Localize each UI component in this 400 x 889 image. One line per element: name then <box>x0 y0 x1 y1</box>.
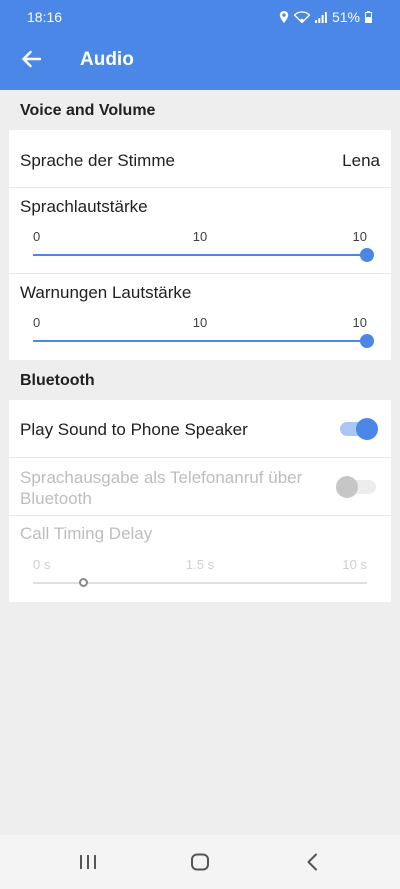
status-bar: 18:16 51% <box>0 0 400 28</box>
arrow-left-icon <box>22 50 41 68</box>
slider-thumb[interactable] <box>360 248 374 262</box>
slider-tick-mid: 10 <box>192 229 208 244</box>
system-nav-bar <box>0 835 400 889</box>
home-button[interactable] <box>186 850 214 874</box>
battery-icon <box>365 11 372 23</box>
call-delay-slider[interactable] <box>33 578 367 587</box>
slider-tick-max: 10 s <box>342 557 367 572</box>
section-header-voice: Voice and Volume <box>20 102 156 119</box>
voice-volume-slider[interactable] <box>33 248 374 262</box>
bluetooth-card: Play Sound to Phone Speaker Sprachausgab… <box>9 400 391 602</box>
call-delay-row: Call Timing Delay 0 s 1.5 s 10 s <box>9 516 391 602</box>
slider-tick-mid: 10 <box>192 315 208 330</box>
status-time: 18:16 <box>27 9 63 25</box>
slider-tick-max: 10 <box>352 315 367 330</box>
wifi-icon <box>293 11 310 23</box>
call-delay-label: Call Timing Delay <box>20 524 153 543</box>
slider-fill <box>33 582 83 584</box>
slider-tick-min: 0 <box>33 229 41 244</box>
slider-tick-min: 0 s <box>33 557 51 572</box>
voice-volume-card: Sprache der Stimme Lena Sprachlautstärke… <box>9 130 391 360</box>
play-sound-label: Play Sound to Phone Speaker <box>20 420 248 439</box>
voice-language-label: Sprache der Stimme <box>20 151 175 170</box>
slider-thumb[interactable] <box>360 334 374 348</box>
slider-tick-min: 0 <box>33 315 41 330</box>
play-sound-toggle[interactable] <box>340 417 378 440</box>
bt-call-label: Sprachausgabe als Telefonanruf über Blue… <box>20 468 303 508</box>
warning-volume-slider[interactable] <box>33 334 374 348</box>
page-title: Audio <box>80 49 134 70</box>
battery-percent: 51% <box>331 9 360 25</box>
status-icons: 51% <box>279 9 372 25</box>
slider-tick-max: 10 <box>352 229 367 244</box>
location-icon <box>279 11 289 23</box>
app-bar: Audio <box>0 28 400 90</box>
nav-back-button[interactable] <box>298 850 326 874</box>
voice-language-value: Lena <box>342 151 380 170</box>
back-button[interactable] <box>12 40 50 78</box>
slider-fill <box>33 340 367 342</box>
recent-apps-icon <box>80 855 96 869</box>
toggle-knob <box>356 418 378 440</box>
section-header-bluetooth: Bluetooth <box>20 372 95 389</box>
slider-tick-mid: 1.5 s <box>185 557 215 572</box>
bt-call-row: Sprachausgabe als Telefonanruf über Blue… <box>9 458 391 516</box>
bt-call-toggle[interactable] <box>336 475 376 498</box>
voice-volume-row: Sprachlautstärke 0 10 10 <box>9 188 391 274</box>
signal-icon <box>314 11 327 23</box>
voice-language-row[interactable]: Sprache der Stimme Lena <box>9 130 391 188</box>
warning-volume-label: Warnungen Lautstärke <box>20 283 192 302</box>
home-icon <box>191 853 209 871</box>
play-sound-row[interactable]: Play Sound to Phone Speaker <box>9 400 391 458</box>
back-icon <box>307 853 317 871</box>
slider-thumb[interactable] <box>79 578 89 587</box>
warning-volume-row: Warnungen Lautstärke 0 10 10 <box>9 274 391 360</box>
slider-fill <box>33 254 367 256</box>
voice-volume-label: Sprachlautstärke <box>20 197 148 216</box>
toggle-knob <box>336 476 358 498</box>
recent-apps-button[interactable] <box>74 850 102 874</box>
